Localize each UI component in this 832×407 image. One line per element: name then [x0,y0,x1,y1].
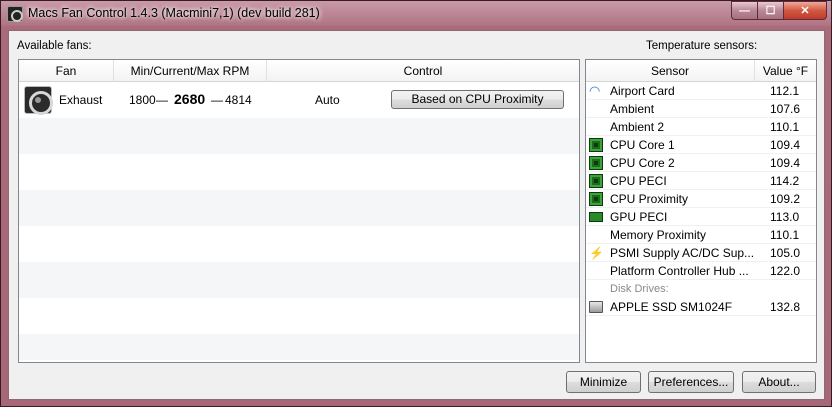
sensor-name: Ambient 2 [610,120,665,134]
sensor-name: Ambient [610,102,655,116]
sensors-col-value[interactable]: Value °F [755,60,816,82]
sensor-value: 114.2 [770,174,800,188]
sensor-row[interactable]: Memory Proximity 110.1 [586,226,816,244]
window-controls: — ☐ ✕ [731,1,827,20]
sensor-row[interactable]: CPU Core 2 109.4 [586,154,816,172]
fans-header: Fan Min/Current/Max RPM Control [19,60,579,82]
fan-current-rpm: 2680 [174,91,206,107]
sensor-value: 105.0 [770,246,801,260]
disk-rows: APPLE SSD SM1024F 132.8 [586,298,816,316]
sensor-value: 109.4 [770,138,801,152]
sensor-name: Memory Proximity [610,228,707,242]
sensor-row[interactable]: CPU Core 1 109.4 [586,136,816,154]
disk-drives-label: Disk Drives: [610,283,669,295]
sensor-row[interactable]: Ambient 107.6 [586,100,816,118]
disk-icon [589,301,603,313]
fan-name: Exhaust [59,93,103,107]
blank-icon [589,264,603,278]
fans-list[interactable]: Fan Min/Current/Max RPM Control Exhaust … [18,59,580,363]
blank-icon [589,102,603,116]
sensors-col-sensor[interactable]: Sensor [586,60,755,82]
sensor-row[interactable]: ◠ Airport Card 112.1 [586,82,816,100]
sensor-row[interactable]: Ambient 2 110.1 [586,118,816,136]
empty-row [19,190,579,226]
empty-row [19,262,579,298]
sensor-value: 109.4 [770,156,801,170]
empty-row [19,118,579,154]
empty-row [19,334,579,360]
empty-row [19,298,579,334]
empty-row [19,226,579,262]
preferences-button[interactable]: Preferences... [648,371,734,393]
main-content: Available fans: Temperature sensors: Fan… [8,30,825,400]
sensor-value: 132.8 [770,300,801,314]
sensor-rows: ◠ Airport Card 112.1 Ambient 107.6 Ambient 2 1… [586,82,816,280]
fan-min-rpm: 1800 [129,93,156,107]
sensor-row[interactable]: GPU PECI 113.0 [586,208,816,226]
sensor-name: PSMI Supply AC/DC Sup... [610,246,754,260]
sensor-name: CPU Core 2 [610,156,675,170]
chip-icon [589,138,603,152]
available-fans-label: Available fans: [17,40,92,52]
chip-icon [589,156,603,170]
fans-col-fan[interactable]: Fan [19,60,114,82]
fan-mode: Auto [315,93,340,107]
sensor-name: CPU Core 1 [610,138,675,152]
chip-icon [589,192,603,206]
sensor-value: 112.1 [770,84,800,98]
blank-icon [589,120,603,134]
app-fan-icon [7,6,23,22]
gpu-icon [589,212,603,222]
window-maximize-button[interactable]: ☐ [757,1,783,20]
sensor-value: 110.1 [770,120,800,134]
window-minimize-button[interactable]: — [731,1,757,20]
sensor-row[interactable]: ⚡ PSMI Supply AC/DC Sup... 105.0 [586,244,816,262]
disk-drives-category: Disk Drives: [586,280,816,298]
sensor-value: 113.0 [770,210,800,224]
minimize-button[interactable]: Minimize [566,371,641,393]
sensor-row[interactable]: APPLE SSD SM1024F 132.8 [586,298,816,316]
sensor-name: Platform Controller Hub ... [610,264,749,278]
rpm-separator: — [211,93,223,107]
fans-col-rpm[interactable]: Min/Current/Max RPM [114,60,267,82]
temperature-sensors-label: Temperature sensors: [646,40,758,52]
sensor-value: 110.1 [770,228,800,242]
sensors-header: Sensor Value °F [586,60,816,82]
blank-icon [589,228,603,242]
sensor-name: GPU PECI [610,210,668,224]
window-title: Macs Fan Control 1.4.3 (Macmini7,1) (dev… [28,6,320,20]
chip-icon [589,174,603,188]
sensor-name: APPLE SSD SM1024F [610,300,733,314]
app-window: Macs Fan Control 1.4.3 (Macmini7,1) (dev… [0,0,832,407]
rpm-separator: — [156,93,168,107]
sensor-name: Airport Card [610,84,675,98]
fan-max-rpm: 4814 [225,93,252,107]
fans-col-control[interactable]: Control [267,60,579,82]
sensor-name: CPU PECI [610,174,667,188]
sensor-name: CPU Proximity [610,192,689,206]
empty-row [19,154,579,190]
fan-control-button[interactable]: Based on CPU Proximity [391,90,564,109]
title-bar[interactable]: Macs Fan Control 1.4.3 (Macmini7,1) (dev… [1,1,831,27]
sensor-value: 109.2 [770,192,801,206]
wifi-icon: ◠ [589,83,601,98]
fan-icon [24,86,53,115]
sensors-list[interactable]: Sensor Value °F ◠ Airport Card 112.1 Ambien… [585,59,817,363]
bolt-icon: ⚡ [589,246,604,260]
sensor-row[interactable]: CPU PECI 114.2 [586,172,816,190]
sensor-value: 122.0 [770,264,801,278]
fan-row[interactable]: Exhaust 1800 — 2680 — 4814 Auto Based on… [19,82,579,118]
sensor-value: 107.6 [770,102,801,116]
about-button[interactable]: About... [742,371,816,393]
window-close-button[interactable]: ✕ [783,1,827,20]
sensor-row[interactable]: CPU Proximity 109.2 [586,190,816,208]
sensor-row[interactable]: Platform Controller Hub ... 122.0 [586,262,816,280]
